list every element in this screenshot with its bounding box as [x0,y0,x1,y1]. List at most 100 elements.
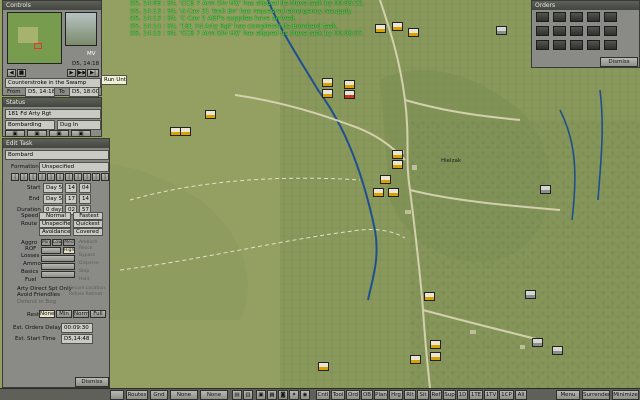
time-shortcut-button[interactable]: | [47,173,55,181]
tab-tool[interactable]: Tool [331,390,345,400]
time-shortcut-button[interactable]: | [11,173,19,181]
order-button[interactable] [587,12,600,22]
tab-sit[interactable]: Sit [417,390,429,400]
tab-1cp[interactable]: 1CP [499,390,514,400]
menu-button[interactable]: Menu [556,390,580,400]
check-defend-bog[interactable]: Defend in Bog [17,298,56,306]
level-option[interactable] [41,255,75,262]
unit-counter[interactable] [322,89,333,98]
unit-counter[interactable] [424,292,435,301]
unit-counter[interactable] [380,175,391,184]
order-button[interactable] [536,40,549,50]
settings-icon[interactable]: ✦ [289,390,299,400]
time-shortcut-button[interactable]: | [101,173,109,181]
route-option[interactable]: Unspecified [39,220,71,228]
tab-1te[interactable]: 1TE [469,390,483,400]
level-option[interactable]: High [63,247,75,254]
tab-sup[interactable]: Sup [443,390,456,400]
time-shortcut-button[interactable]: | [83,173,91,181]
status-tab[interactable]: ▣ [49,130,69,137]
enemy-unit-counter[interactable] [496,26,507,35]
time-shortcut-button[interactable]: | [65,173,73,181]
level-option[interactable] [41,271,75,278]
orders-dismiss-button[interactable]: Dismiss [600,57,638,67]
enemy-unit-counter[interactable] [552,346,563,355]
unit-counter[interactable] [410,355,421,364]
camera-icon[interactable]: ◙ [278,390,288,400]
side-option[interactable]: Disperse [79,260,99,268]
unit-counter[interactable] [373,188,384,197]
status-tab[interactable]: ▣ [5,130,25,137]
unit-counter[interactable] [318,362,329,371]
route-option[interactable]: Covered [73,228,103,236]
level-option[interactable] [41,247,61,254]
enemy-unit-counter[interactable] [540,185,551,194]
ground-button[interactable]: Gnd [150,390,168,400]
order-button[interactable] [536,12,549,22]
pause-button[interactable]: ■ [17,69,26,77]
order-button[interactable] [570,12,583,22]
status-tab[interactable]: ▣ [71,130,91,137]
unit-counter[interactable] [344,90,355,99]
edit-task-dismiss-button[interactable]: Dismiss [75,377,109,387]
time-shortcut-button[interactable]: | [56,173,64,181]
tab-ob[interactable]: OB [361,390,373,400]
tab-all[interactable]: All [515,390,527,400]
unit-counter[interactable] [180,127,191,136]
unit-counter[interactable] [344,80,355,89]
unit-counter[interactable] [322,78,333,87]
routes-button[interactable]: Routes [126,390,148,400]
end-day[interactable]: Day 5 [43,194,63,204]
level-option[interactable]: Med [63,239,75,246]
tab-1d[interactable]: 1D [457,390,468,400]
route-option[interactable]: Avoidance [39,228,71,236]
time-shortcut-button[interactable]: | [92,173,100,181]
tab-hrg[interactable]: Hrg [389,390,403,400]
minimap[interactable] [7,12,62,64]
order-button[interactable] [604,26,617,36]
enemy-unit-counter[interactable] [532,338,543,347]
info-icon[interactable]: ◉ [300,390,310,400]
route-option[interactable]: Quickest [73,220,103,228]
side-option[interactable]: Stop [79,268,89,276]
start-hour[interactable]: 14 [65,183,77,193]
rest-option[interactable]: Full [90,310,106,318]
overlay-select-b[interactable]: None [200,390,228,400]
rest-option[interactable]: Norm [73,310,89,318]
unit-counter[interactable] [408,28,419,37]
rest-option[interactable]: None [39,310,55,318]
order-button[interactable] [587,26,600,36]
unit-counter[interactable] [392,150,403,159]
end-hour[interactable]: 17 [65,194,77,204]
check-refuse-retreat[interactable]: Refuse Retreat [69,291,102,299]
order-button[interactable] [587,40,600,50]
unit-counter[interactable] [430,352,441,361]
overlay-select-a[interactable]: None [170,390,198,400]
enemy-unit-counter[interactable] [525,290,536,299]
zoom-out-icon[interactable]: ▤ [232,390,242,400]
minimize-button[interactable]: Minimize [612,390,639,400]
order-button[interactable] [553,26,566,36]
order-button[interactable] [570,40,583,50]
start-day[interactable]: Day 5 [43,183,63,193]
tab-1tv[interactable]: 1TV [484,390,498,400]
run-until-button[interactable]: ▶| [87,69,99,77]
side-option[interactable]: Hold [79,276,89,284]
end-minute[interactable]: 14 [79,194,91,204]
unit-counter[interactable] [205,110,216,119]
tab-rlt[interactable]: Rlt [404,390,416,400]
rest-option[interactable]: Min [56,310,72,318]
time-shortcut-button[interactable]: | [20,173,28,181]
tab-ord[interactable]: Ord [346,390,360,400]
status-tab[interactable]: ▣ [27,130,47,137]
order-button[interactable] [536,26,549,36]
time-shortcut-button[interactable]: | [29,173,37,181]
tab-ref[interactable]: Ref [430,390,442,400]
order-button[interactable] [553,12,566,22]
order-button[interactable] [604,12,617,22]
tab-cntl[interactable]: Cntl [316,390,330,400]
toolbar-blank-button[interactable] [110,390,124,400]
start-minute[interactable]: 04 [79,183,91,193]
side-option[interactable]: Bypass [79,252,95,260]
level-option[interactable]: Low [52,239,62,246]
